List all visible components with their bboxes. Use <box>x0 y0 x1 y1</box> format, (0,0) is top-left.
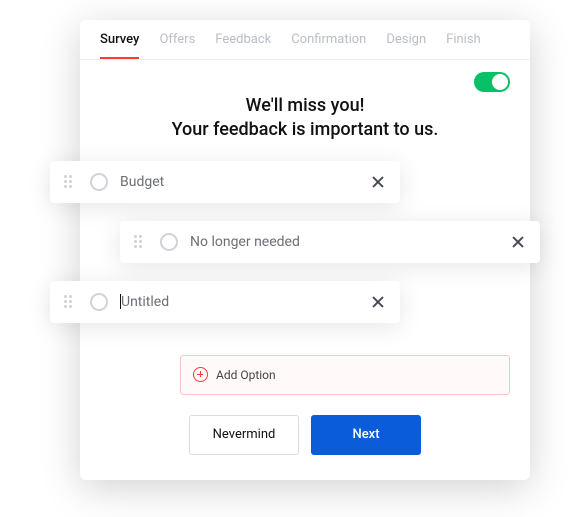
action-row: Nevermind Next <box>80 415 530 455</box>
radio-icon[interactable] <box>90 173 108 191</box>
option-label[interactable]: No longer needed <box>190 234 498 250</box>
option-label-input[interactable]: Untitled <box>120 294 358 310</box>
tab-design[interactable]: Design <box>386 32 426 59</box>
survey-heading: We'll miss you! Your feedback is importa… <box>80 94 530 143</box>
add-option-label: Add Option <box>216 368 276 382</box>
heading-line-2: Your feedback is important to us. <box>110 118 500 142</box>
tab-survey[interactable]: Survey <box>100 32 139 59</box>
enable-toggle[interactable] <box>474 72 510 92</box>
nevermind-button[interactable]: Nevermind <box>189 415 299 455</box>
close-icon[interactable] <box>510 234 526 250</box>
survey-editor-panel: Survey Offers Feedback Confirmation Desi… <box>80 20 530 480</box>
radio-icon[interactable] <box>90 293 108 311</box>
toggle-row <box>80 60 530 92</box>
tab-confirmation[interactable]: Confirmation <box>291 32 366 59</box>
tab-finish[interactable]: Finish <box>446 32 481 59</box>
tab-bar: Survey Offers Feedback Confirmation Desi… <box>80 20 530 60</box>
option-card[interactable]: Budget <box>50 161 400 203</box>
plus-circle-icon <box>193 367 208 382</box>
tab-feedback[interactable]: Feedback <box>215 32 271 59</box>
options-list: Budget No longer needed Untitled <box>80 161 530 351</box>
option-card[interactable]: No longer needed <box>120 221 540 263</box>
option-label-text: Untitled <box>121 294 169 310</box>
tab-offers[interactable]: Offers <box>159 32 195 59</box>
drag-handle-icon[interactable] <box>134 235 148 249</box>
option-label[interactable]: Budget <box>120 174 358 190</box>
heading-line-1: We'll miss you! <box>110 94 500 118</box>
option-card[interactable]: Untitled <box>50 281 400 323</box>
radio-icon[interactable] <box>160 233 178 251</box>
add-option-button[interactable]: Add Option <box>180 355 510 395</box>
drag-handle-icon[interactable] <box>64 175 78 189</box>
close-icon[interactable] <box>370 174 386 190</box>
close-icon[interactable] <box>370 294 386 310</box>
next-button[interactable]: Next <box>311 415 421 455</box>
drag-handle-icon[interactable] <box>64 295 78 309</box>
